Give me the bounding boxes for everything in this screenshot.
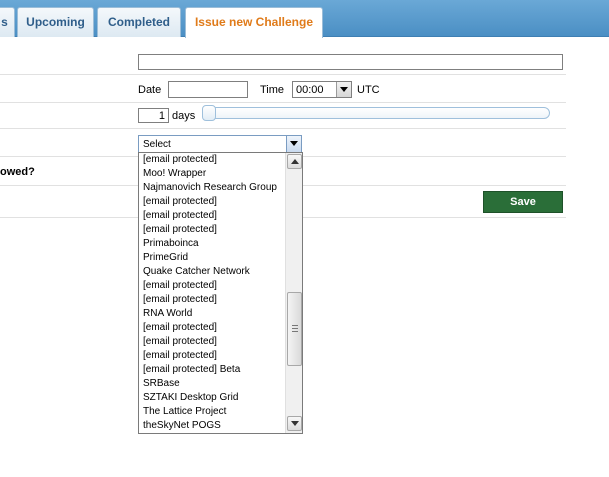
allowed-question-label: owed? <box>0 166 35 178</box>
dropdown-option[interactable]: [email protected] <box>139 293 286 307</box>
time-select-value: 00:00 <box>296 84 324 96</box>
scrollbar-thumb[interactable] <box>287 292 302 366</box>
days-label: days <box>172 110 196 122</box>
dropdown-option[interactable]: [email protected] <box>139 153 286 167</box>
tab-bar: s Upcoming Completed Issue new Challenge <box>0 0 609 38</box>
project-select[interactable]: Select <box>138 135 302 153</box>
chevron-down-icon[interactable] <box>336 82 351 97</box>
duration-days-input[interactable] <box>138 108 169 123</box>
dropdown-option[interactable]: [email protected] Beta <box>139 363 286 377</box>
dropdown-option[interactable]: [email protected] <box>139 279 286 293</box>
utc-label: UTC <box>357 84 380 96</box>
dropdown-option[interactable]: PrimeGrid <box>139 251 286 265</box>
dropdown-option[interactable]: SZTAKI Desktop Grid <box>139 391 286 405</box>
dropdown-option[interactable]: [email protected] <box>139 349 286 363</box>
tab-issue-new-challenge[interactable]: Issue new Challenge <box>185 7 323 38</box>
scroll-down-icon[interactable] <box>287 416 302 431</box>
tab-upcoming[interactable]: Upcoming <box>17 7 94 37</box>
duration-slider-handle[interactable] <box>202 105 216 121</box>
dropdown-option[interactable]: Quake Catcher Network <box>139 265 286 279</box>
row-divider <box>0 128 566 129</box>
tab-completed[interactable]: Completed <box>97 7 181 37</box>
dropdown-options: [email protected] Moo! Wrapper Najmanovich… <box>139 153 286 433</box>
dropdown-scrollbar[interactable] <box>285 153 302 433</box>
dropdown-option[interactable]: [email protected] <box>139 195 286 209</box>
project-select-value: Select <box>143 139 171 150</box>
duration-slider-track[interactable] <box>203 107 550 119</box>
dropdown-option[interactable]: The Lattice Project <box>139 405 286 419</box>
row-divider <box>0 102 566 103</box>
project-dropdown-list[interactable]: [email protected] Moo! Wrapper Najmanovich… <box>138 152 303 434</box>
time-label: Time <box>260 84 285 96</box>
date-input[interactable] <box>168 81 248 98</box>
dropdown-option[interactable]: [email protected] <box>139 223 286 237</box>
save-button[interactable]: Save <box>483 191 563 213</box>
chevron-down-icon[interactable] <box>286 136 301 152</box>
scroll-up-icon[interactable] <box>287 154 302 169</box>
grip-icon <box>292 325 298 332</box>
dropdown-option[interactable]: Primaboinca <box>139 237 286 251</box>
dropdown-option[interactable]: [email protected] <box>139 321 286 335</box>
dropdown-option[interactable]: SRBase <box>139 377 286 391</box>
dropdown-option[interactable]: Najmanovich Research Group <box>139 181 286 195</box>
tab-partial[interactable]: s <box>0 7 15 37</box>
dropdown-option[interactable]: [email protected] <box>139 209 286 223</box>
challenge-name-input[interactable] <box>138 54 563 70</box>
row-divider <box>0 74 566 75</box>
dropdown-option[interactable]: RNA World <box>139 307 286 321</box>
dropdown-option[interactable]: Moo! Wrapper <box>139 167 286 181</box>
time-select[interactable]: 00:00 <box>292 81 352 98</box>
date-label: Date <box>138 84 162 96</box>
dropdown-option[interactable]: [email protected] <box>139 335 286 349</box>
dropdown-option[interactable]: theSkyNet POGS <box>139 419 286 433</box>
